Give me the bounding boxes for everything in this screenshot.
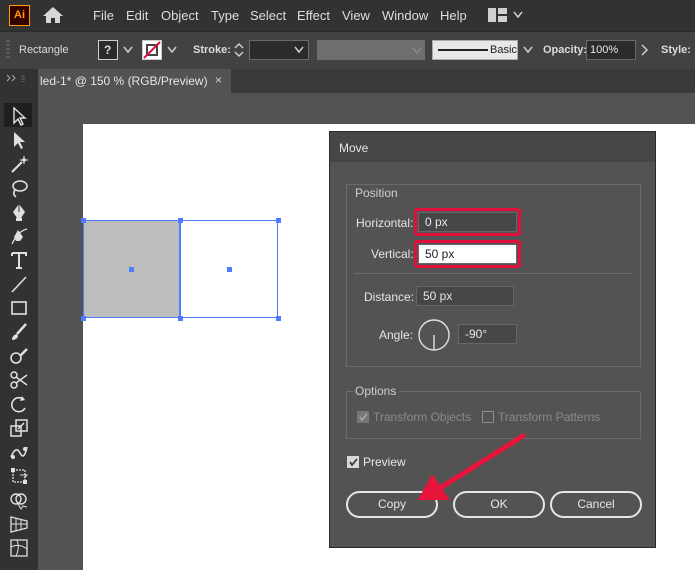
transform-objects-checkbox[interactable] xyxy=(357,411,369,423)
rotate-tool-icon[interactable] xyxy=(8,393,30,415)
type-tool-icon[interactable] xyxy=(8,249,30,271)
selection-handle[interactable] xyxy=(81,316,86,321)
selection-handle[interactable] xyxy=(276,218,281,223)
scissors-tool-icon[interactable] xyxy=(8,369,30,391)
center-point xyxy=(129,267,134,272)
chevron-down-icon[interactable] xyxy=(523,46,533,54)
chevron-down-icon[interactable] xyxy=(167,46,177,54)
brush-label: Basic xyxy=(490,44,517,56)
menu-edit[interactable]: Edit xyxy=(126,8,148,23)
style-label: Style: xyxy=(661,44,691,56)
position-label: Position xyxy=(355,186,398,200)
stepper-icon[interactable] xyxy=(234,42,244,58)
close-icon[interactable]: × xyxy=(215,73,222,87)
tool-name: Rectangle xyxy=(19,44,69,56)
home-icon[interactable] xyxy=(42,6,64,24)
distance-label: Distance: xyxy=(364,290,415,304)
selection-tool-icon[interactable] xyxy=(8,105,30,127)
angle-label: Angle: xyxy=(379,328,414,342)
menu-window[interactable]: Window xyxy=(382,8,428,23)
options-label: Options xyxy=(355,384,400,398)
perspective-grid-tool-icon[interactable] xyxy=(8,513,30,535)
shaper-tool-icon[interactable] xyxy=(8,345,30,367)
document-tab[interactable]: led-1* @ 150 % (RGB/Preview) × xyxy=(34,69,231,93)
opacity-value: 100% xyxy=(590,44,619,56)
menu-object[interactable]: Object xyxy=(161,8,199,23)
lasso-tool-icon[interactable] xyxy=(8,177,30,199)
annotation-arrow-icon xyxy=(418,433,526,500)
variable-width-profile[interactable] xyxy=(317,40,425,60)
angle-dial-icon[interactable] xyxy=(417,318,451,352)
chevron-down-icon[interactable] xyxy=(294,46,304,54)
selection-handle[interactable] xyxy=(178,316,183,321)
control-bar: Rectangle ? Stroke: Basic Opacity: 100% … xyxy=(0,31,695,70)
tools-panel xyxy=(0,69,38,570)
divider xyxy=(354,273,633,274)
line-segment-tool-icon[interactable] xyxy=(8,273,30,295)
dialog-title-bar[interactable]: Move xyxy=(330,132,655,162)
curvature-tool-icon[interactable] xyxy=(8,225,30,247)
magic-wand-tool-icon[interactable] xyxy=(8,153,30,175)
brush-definition[interactable]: Basic xyxy=(432,40,518,60)
transform-patterns-checkbox[interactable] xyxy=(482,411,494,423)
preview-label: Preview xyxy=(363,455,406,469)
horizontal-label: Horizontal: xyxy=(356,216,414,230)
selection-handle[interactable] xyxy=(178,218,183,223)
menu-view[interactable]: View xyxy=(342,8,370,23)
rectangle-tool-icon[interactable] xyxy=(8,297,30,319)
fill-swatch[interactable]: ? xyxy=(98,40,118,60)
selection-handle[interactable] xyxy=(276,316,281,321)
transform-objects-label: Transform Objects xyxy=(373,410,472,424)
collapse-icon[interactable] xyxy=(6,73,30,83)
vertical-field[interactable]: 50 px xyxy=(418,244,517,264)
stroke-swatch[interactable] xyxy=(142,40,162,60)
angle-field[interactable]: -90° xyxy=(458,324,517,344)
pen-tool-icon[interactable] xyxy=(8,201,30,223)
cancel-button[interactable]: Cancel xyxy=(550,491,642,518)
free-transform-tool-icon[interactable] xyxy=(8,465,30,487)
chevron-right-icon[interactable] xyxy=(641,44,649,56)
vertical-label: Vertical: xyxy=(371,247,414,261)
mesh-tool-icon[interactable] xyxy=(8,537,30,559)
transform-patterns-label: Transform Patterns xyxy=(498,410,601,424)
menu-select[interactable]: Select xyxy=(250,8,286,23)
distance-field[interactable]: 50 px xyxy=(416,286,514,306)
workspace-switcher-icon[interactable] xyxy=(488,8,524,25)
opacity-label: Opacity: xyxy=(543,44,588,56)
opacity-field[interactable]: 100% xyxy=(586,40,636,60)
document-tab-bar: led-1* @ 150 % (RGB/Preview) × xyxy=(0,69,695,93)
scale-tool-icon[interactable] xyxy=(8,417,30,439)
paintbrush-tool-icon[interactable] xyxy=(8,321,30,343)
menu-file[interactable]: File xyxy=(93,8,114,23)
document-tab-title: led-1* @ 150 % (RGB/Preview) xyxy=(40,74,208,88)
horizontal-field[interactable]: 0 px xyxy=(418,212,517,232)
center-point xyxy=(227,267,232,272)
grip-icon xyxy=(6,40,10,60)
selection-handle[interactable] xyxy=(81,218,86,223)
menu-help[interactable]: Help xyxy=(440,8,467,23)
shape-builder-tool-icon[interactable] xyxy=(8,489,30,511)
menu-type[interactable]: Type xyxy=(211,8,239,23)
stroke-label: Stroke: xyxy=(193,44,231,56)
direct-selection-tool-icon[interactable] xyxy=(8,129,30,151)
app-logo: Ai xyxy=(9,5,30,26)
menu-effect[interactable]: Effect xyxy=(297,8,330,23)
chevron-down-icon[interactable] xyxy=(123,46,133,54)
preview-checkbox[interactable] xyxy=(347,456,359,468)
puppet-warp-tool-icon[interactable] xyxy=(8,441,30,463)
menu-bar: Ai File Edit Object Type Select Effect V… xyxy=(0,0,695,31)
dialog-title: Move xyxy=(339,141,369,155)
